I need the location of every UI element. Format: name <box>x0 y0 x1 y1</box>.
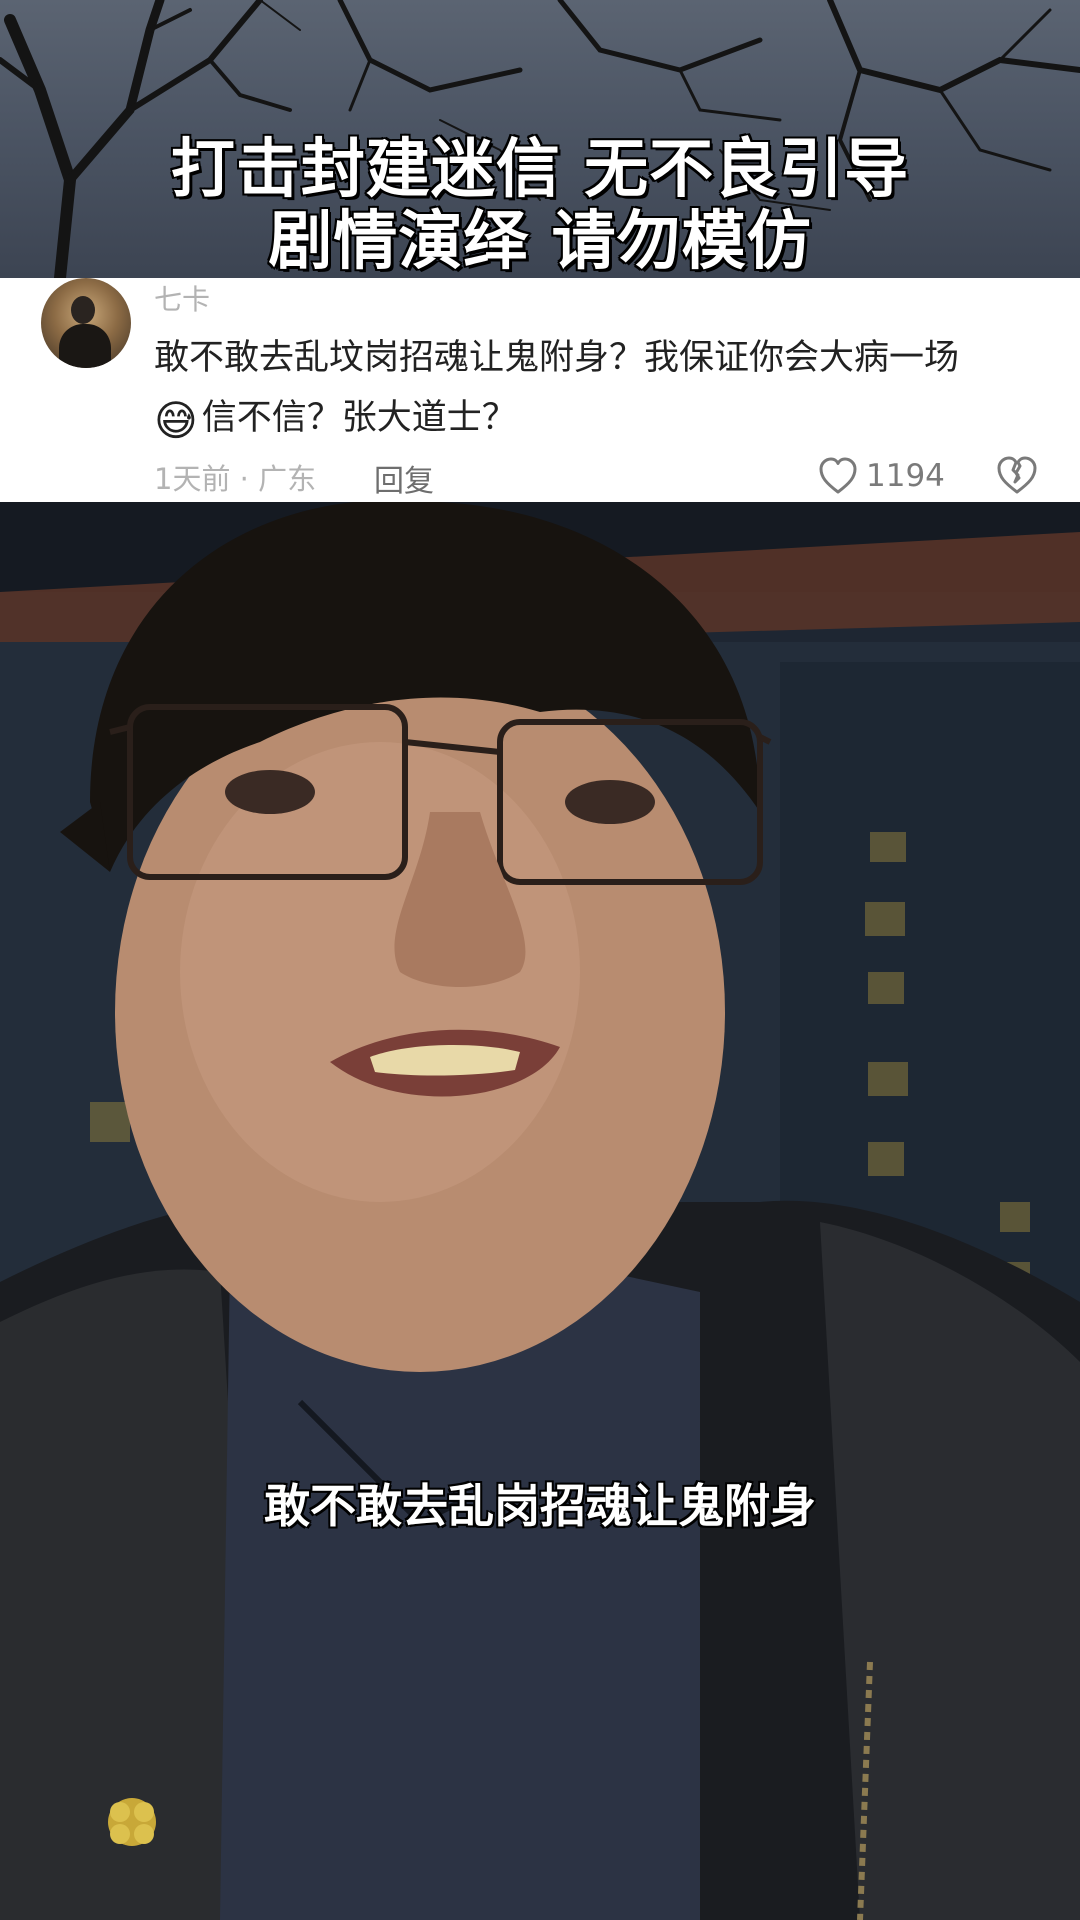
like-count: 1194 <box>866 458 945 494</box>
avatar[interactable] <box>41 278 131 368</box>
comment-card: 七卡 敢不敢去乱坟岗招魂让鬼附身？我保证你会大病一场 😅 信不信？张大道士？ 1天… <box>0 278 1080 502</box>
broken-heart-icon <box>997 456 1037 494</box>
grinning-sweat-emoji: 😅 <box>154 396 198 445</box>
reply-button[interactable]: 回复 <box>374 456 434 500</box>
heart-outline-icon <box>819 457 857 494</box>
comment-username[interactable]: 七卡 <box>154 278 210 318</box>
video-subtitle: 敢不敢去乱岗招魂让鬼附身 <box>263 1478 817 1534</box>
main-video[interactable]: 敢不敢去乱岗招魂让鬼附身 <box>0 502 1080 1920</box>
like-button[interactable]: 1194 <box>818 454 945 498</box>
comment-text: 敢不敢去乱坟岗招魂让鬼附身？我保证你会大病一场 😅 信不信？张大道士？ <box>154 328 1054 448</box>
comment-meta: 1天前 · 广东 <box>154 462 317 496</box>
disclaimer-banner-line-2: 剧情演绎 请勿模仿 <box>267 204 812 279</box>
screen: 打击封建迷信 无不良引导 剧情演绎 请勿模仿 七卡 敢不敢去乱坟岗招魂让鬼附身？… <box>0 0 1080 1920</box>
comment-text-line-1: 敢不敢去乱坟岗招魂让鬼附身？我保证你会大病一场 <box>154 338 960 378</box>
comment-text-line-2: 信不信？张大道士？ <box>201 398 517 438</box>
man-speaking-video-frame <box>0 502 1080 1920</box>
dislike-button[interactable] <box>995 454 1039 498</box>
top-video-preview[interactable]: 打击封建迷信 无不良引导 剧情演绎 请勿模仿 <box>0 0 1080 278</box>
